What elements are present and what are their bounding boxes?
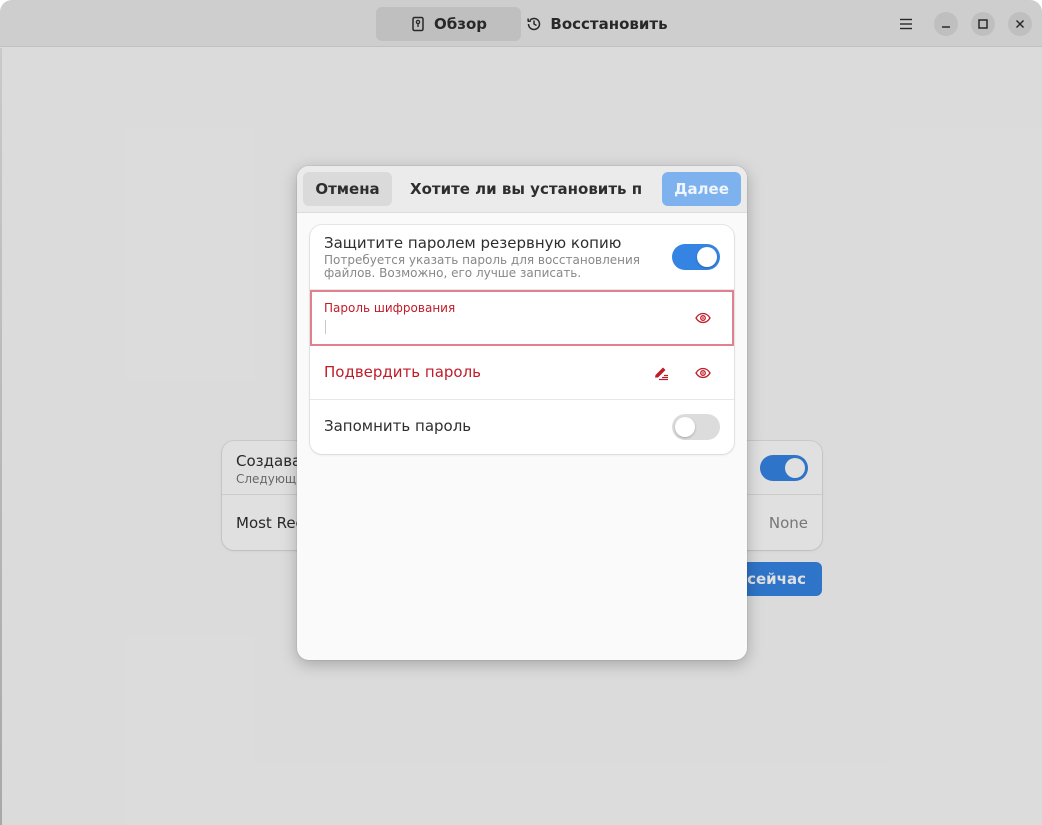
protect-title: Защитите паролем резервную копию — [324, 234, 622, 252]
password-dialog: Отмена Хотите ли вы установить паро… Дал… — [297, 166, 747, 660]
maximize-button[interactable] — [971, 12, 995, 36]
minimize-button[interactable] — [934, 12, 958, 36]
tab-overview-label: Обзор — [434, 15, 487, 33]
remember-password-toggle[interactable] — [672, 414, 720, 440]
recent-backup-label: Most Rec — [236, 514, 304, 532]
dialog-header: Отмена Хотите ли вы установить паро… Дал… — [297, 166, 747, 213]
cancel-button[interactable]: Отмена — [303, 172, 392, 206]
headerbar: Обзор Восстановить — [0, 0, 1042, 47]
remember-password-label: Запомнить пароль — [324, 417, 472, 435]
auto-backup-toggle[interactable] — [760, 455, 808, 481]
confirm-password-label: Подвердить пароль — [324, 363, 482, 381]
protect-subtitle: Потребуется указать пароль для восстанов… — [324, 253, 641, 280]
text-cursor — [325, 320, 326, 334]
history-icon — [527, 17, 541, 31]
window-edge — [0, 48, 2, 825]
protect-toggle[interactable] — [672, 244, 720, 270]
minimize-icon — [942, 26, 950, 28]
auto-backup-subtitle: Следующе — [236, 472, 304, 486]
hamburger-menu-icon — [900, 18, 912, 30]
password-settings-list: Защитите паролем резервную копию Потребу… — [310, 225, 734, 454]
recent-backup-value: None — [768, 514, 808, 532]
toggle-knob — [785, 458, 805, 478]
safe-icon — [412, 16, 424, 32]
pencil-icon — [655, 367, 668, 381]
remember-password-row: Запомнить пароль — [310, 400, 734, 454]
tab-restore[interactable]: Восстановить — [522, 7, 672, 41]
eye-icon — [695, 367, 711, 379]
toggle-knob — [697, 247, 717, 267]
tab-overview[interactable]: Обзор — [376, 7, 521, 41]
dialog-title: Хотите ли вы установить паро… — [410, 180, 642, 198]
confirm-password-row[interactable]: Подвердить пароль — [310, 346, 734, 400]
close-icon — [1015, 19, 1025, 29]
show-confirm-password-button[interactable] — [694, 364, 712, 382]
toggle-knob — [675, 417, 695, 437]
next-button[interactable]: Далее — [662, 172, 741, 206]
encryption-password-label: Пароль шифрования — [324, 301, 456, 315]
encryption-password-entry[interactable]: Пароль шифрования — [310, 290, 734, 346]
show-password-button[interactable] — [694, 309, 712, 327]
tab-restore-label: Восстановить — [550, 15, 668, 33]
edit-button[interactable] — [652, 364, 670, 382]
hamburger-menu-button[interactable] — [894, 12, 918, 36]
close-button[interactable] — [1008, 12, 1032, 36]
protect-password-row: Защитите паролем резервную копию Потребу… — [310, 225, 734, 290]
maximize-icon — [978, 19, 988, 29]
eye-icon — [695, 312, 711, 324]
